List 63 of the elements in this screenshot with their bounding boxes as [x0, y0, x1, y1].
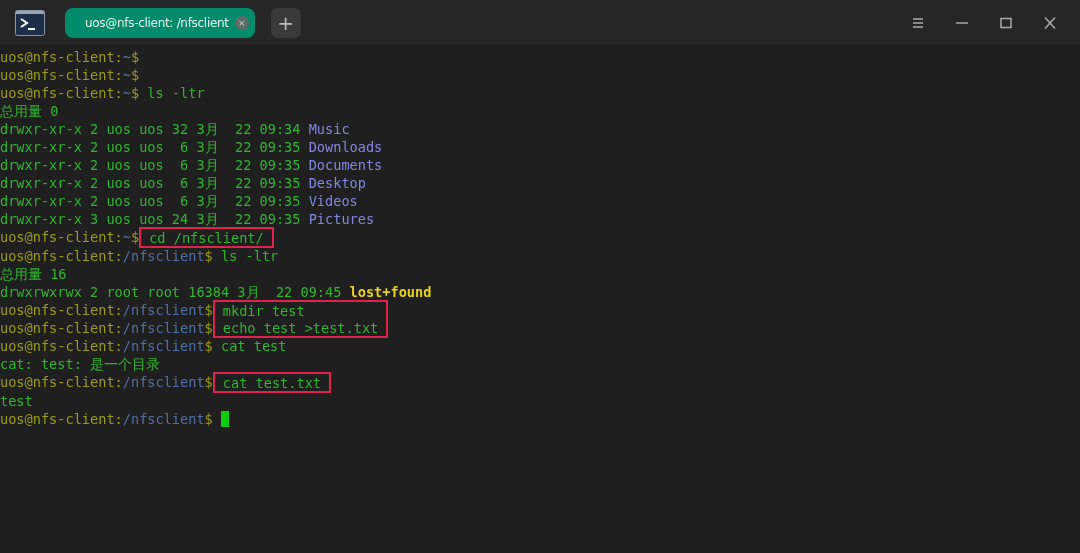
prompt-sign: $: [204, 319, 213, 337]
prompt-path: ~: [122, 228, 131, 246]
file-info: drwxr-xr-x 2 uos uos 6 3月 22 09:35: [0, 174, 302, 192]
file-name: Downloads: [308, 138, 383, 156]
prompt-path: ~: [122, 48, 131, 66]
file-info: drwxr-xr-x 2 uos uos 6 3月 22 09:35: [0, 156, 302, 174]
maximize-icon[interactable]: [998, 15, 1014, 30]
file-info: drwxr-xr-x 2 uos uos 6 3月 22 09:35: [0, 192, 302, 210]
prompt-sign: $: [204, 410, 213, 428]
prompt-host: uos@nfs-client:: [0, 301, 123, 319]
prompt-path: ~: [122, 66, 131, 84]
output-text: test: [0, 392, 33, 410]
prompt-sign: $: [130, 48, 140, 66]
command-text: cd /nfsclient/: [149, 229, 264, 246]
output-text: 总用量 0: [0, 102, 59, 120]
command-text: echo test >test.txt: [222, 319, 379, 336]
file-name: Music: [308, 120, 350, 138]
close-icon[interactable]: [1042, 15, 1058, 30]
prompt-path: ~: [122, 84, 131, 102]
prompt-path: /nfsclient: [122, 247, 205, 265]
prompt-sign: $: [204, 373, 213, 391]
command-text: ls -ltr: [146, 84, 205, 102]
file-info: drwxr-xr-x 3 uos uos 24 3月 22 09:35: [0, 210, 302, 228]
file-name: Documents: [308, 156, 383, 174]
terminal-tab[interactable]: uos@nfs-client: /nfsclient ×: [65, 7, 255, 38]
file-info: drwxr-xr-x 2 uos uos 32 3月 22 09:34: [0, 120, 302, 138]
prompt-host: uos@nfs-client:: [0, 337, 123, 355]
prompt-host: uos@nfs-client:: [0, 247, 123, 265]
menu-icon[interactable]: [910, 15, 926, 30]
terminal-icon[interactable]: [15, 9, 45, 36]
prompt-host: uos@nfs-client:: [0, 228, 123, 246]
close-tab-button[interactable]: ×: [234, 15, 249, 30]
prompt-host: uos@nfs-client:: [0, 410, 123, 428]
output-text: cat: test: 是一个目录: [0, 355, 161, 373]
prompt-sign: $: [130, 66, 140, 84]
file-name: Videos: [308, 192, 358, 210]
prompt-sign: $: [204, 247, 213, 265]
file-info: drwxr-xr-x 2 uos uos 6 3月 22 09:35: [0, 138, 302, 156]
file-name: Pictures: [308, 210, 375, 228]
prompt-path: /nfsclient: [122, 410, 205, 428]
output-text: 总用量 16: [0, 265, 67, 283]
prompt-path: /nfsclient: [122, 319, 205, 337]
prompt-host: uos@nfs-client:: [0, 66, 123, 84]
command-text: ls -ltr: [219, 247, 279, 265]
file-name: Desktop: [308, 174, 366, 192]
prompt-sign: $: [204, 301, 213, 319]
prompt-path: /nfsclient: [122, 373, 205, 391]
prompt-host: uos@nfs-client:: [0, 48, 123, 66]
file-name: lost+found: [349, 283, 432, 301]
prompt-path: /nfsclient: [122, 337, 205, 355]
prompt-path: /nfsclient: [122, 301, 205, 319]
prompt-host: uos@nfs-client:: [0, 373, 123, 391]
tab-title: uos@nfs-client: /nfsclient: [85, 15, 229, 30]
command-text: cat test.txt: [222, 374, 321, 391]
command-text: mkdir test: [222, 302, 305, 319]
prompt-host: uos@nfs-client:: [0, 84, 123, 102]
prompt-sign: $: [130, 228, 140, 246]
file-info: drwxrwxrwx 2 root root 16384 3月 22 09:45: [0, 283, 343, 301]
prompt-sign: $: [130, 84, 140, 102]
new-tab-button[interactable]: +: [270, 7, 301, 38]
prompt-host: uos@nfs-client:: [0, 319, 123, 337]
command-text: cat test: [219, 337, 287, 355]
prompt-sign: $: [204, 337, 213, 355]
